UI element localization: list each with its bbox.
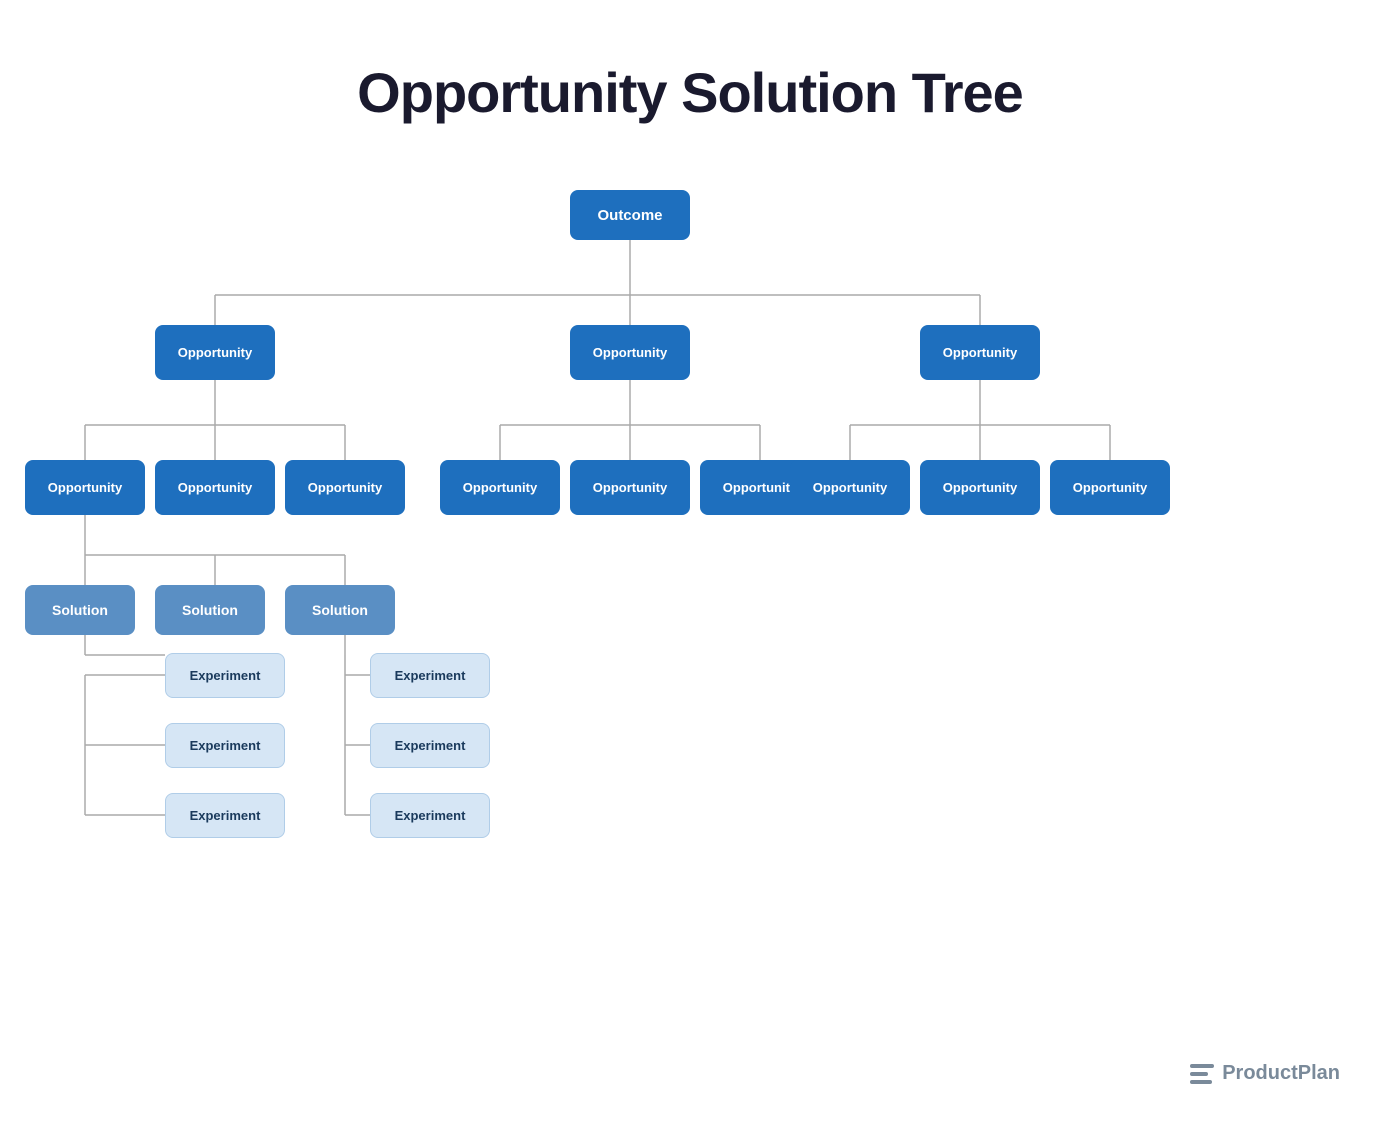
outcome-node[interactable]: Outcome <box>570 190 690 240</box>
logo-line-1 <box>1190 1064 1214 1068</box>
experiment-node-1-3[interactable]: Experiment <box>165 793 285 838</box>
tree-container: Outcome Opportunity Opportunity Opportun… <box>0 165 1380 1115</box>
experiment-node-3-1[interactable]: Experiment <box>370 653 490 698</box>
opportunity-node-rl[interactable]: Opportunity <box>790 460 910 515</box>
outcome-label: Outcome <box>597 207 662 224</box>
solution-node-1[interactable]: Solution <box>25 585 135 635</box>
exp-1-1-label: Experiment <box>190 668 261 683</box>
opp-rr-label: Opportunity <box>1073 480 1147 495</box>
exp-1-3-label: Experiment <box>190 808 261 823</box>
opp-right-label: Opportunity <box>943 345 1017 360</box>
opp-cr-label: Opportunity <box>723 480 797 495</box>
opportunity-node-rr[interactable]: Opportunity <box>1050 460 1170 515</box>
tree-connectors <box>0 165 1380 1115</box>
opp-lr-label: Opportunity <box>308 480 382 495</box>
opp-cl-label: Opportunity <box>463 480 537 495</box>
opp-left-label: Opportunity <box>178 345 252 360</box>
opportunity-node-lc[interactable]: Opportunity <box>155 460 275 515</box>
opportunity-node-right[interactable]: Opportunity <box>920 325 1040 380</box>
productplan-logo: ProductPlan <box>1190 1062 1340 1085</box>
logo-line-2 <box>1190 1072 1208 1076</box>
exp-3-1-label: Experiment <box>395 668 466 683</box>
opportunity-node-cl[interactable]: Opportunity <box>440 460 560 515</box>
opp-rc-label: Opportunity <box>943 480 1017 495</box>
sol-2-label: Solution <box>182 602 238 618</box>
exp-1-2-label: Experiment <box>190 738 261 753</box>
sol-3-label: Solution <box>312 602 368 618</box>
page-title: Opportunity Solution Tree <box>0 0 1380 165</box>
exp-3-3-label: Experiment <box>395 808 466 823</box>
solution-node-3[interactable]: Solution <box>285 585 395 635</box>
logo-icon <box>1190 1064 1214 1084</box>
opportunity-node-left[interactable]: Opportunity <box>155 325 275 380</box>
experiment-node-1-2[interactable]: Experiment <box>165 723 285 768</box>
opportunity-node-rc[interactable]: Opportunity <box>920 460 1040 515</box>
sol-1-label: Solution <box>52 602 108 618</box>
logo-text: ProductPlan <box>1222 1062 1340 1085</box>
experiment-node-3-2[interactable]: Experiment <box>370 723 490 768</box>
logo-line-3 <box>1190 1080 1212 1084</box>
opp-cc-label: Opportunity <box>593 480 667 495</box>
experiment-node-1-1[interactable]: Experiment <box>165 653 285 698</box>
opp-lc-label: Opportunity <box>178 480 252 495</box>
solution-node-2[interactable]: Solution <box>155 585 265 635</box>
opp-rl-label: Opportunity <box>813 480 887 495</box>
opportunity-node-cc[interactable]: Opportunity <box>570 460 690 515</box>
opp-center-label: Opportunity <box>593 345 667 360</box>
opportunity-node-center[interactable]: Opportunity <box>570 325 690 380</box>
opportunity-node-ll[interactable]: Opportunity <box>25 460 145 515</box>
opportunity-node-lr[interactable]: Opportunity <box>285 460 405 515</box>
exp-3-2-label: Experiment <box>395 738 466 753</box>
experiment-node-3-3[interactable]: Experiment <box>370 793 490 838</box>
opp-ll-label: Opportunity <box>48 480 122 495</box>
